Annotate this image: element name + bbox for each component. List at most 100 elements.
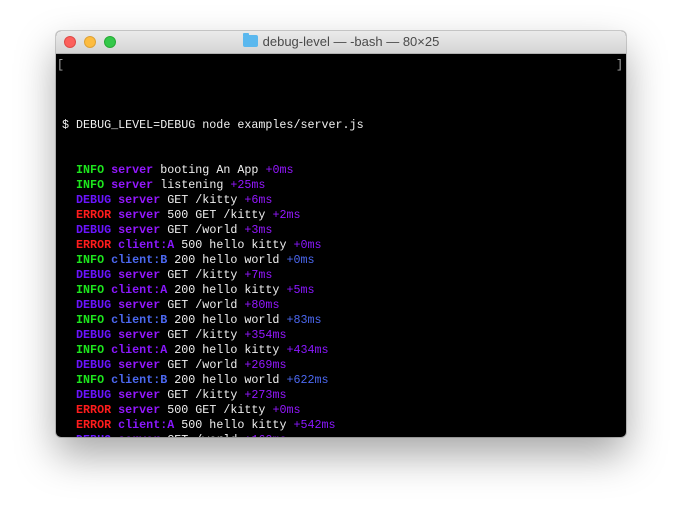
log-time: +80ms	[244, 298, 280, 312]
log-message: 500 GET /kitty	[167, 208, 266, 222]
log-level: INFO	[76, 163, 105, 177]
title-bar[interactable]: debug-level — -bash — 80×25	[56, 31, 626, 54]
log-level: INFO	[76, 343, 105, 357]
log-level: DEBUG	[76, 193, 112, 207]
log-namespace: server	[118, 388, 161, 402]
folder-icon	[242, 33, 258, 47]
log-level: INFO	[76, 283, 105, 297]
log-time: +622ms	[286, 373, 329, 387]
log-time: +0ms	[272, 403, 301, 417]
log-namespace: server	[118, 223, 161, 237]
log-line: ERROR server 500 GET /kitty +2ms	[62, 208, 626, 223]
log-namespace: client:A	[118, 418, 175, 432]
log-line: DEBUG server GET /world +3ms	[62, 223, 626, 238]
log-line: ERROR server 500 GET /kitty +0ms	[62, 403, 626, 418]
log-time: +0ms	[286, 253, 315, 267]
log-line: INFO server booting An App +0ms	[62, 163, 626, 178]
log-message: GET /world	[167, 223, 238, 237]
log-namespace: client:A	[118, 238, 175, 252]
log-level: DEBUG	[76, 358, 112, 372]
log-line: DEBUG server GET /kitty +6ms	[62, 193, 626, 208]
log-level: DEBUG	[76, 388, 112, 402]
log-message: GET /world	[167, 433, 237, 437]
log-level: DEBUG	[76, 328, 112, 342]
log-time: +5ms	[286, 283, 315, 297]
log-message: GET /world	[167, 358, 238, 372]
log-line: ERROR client:A 500 hello kitty +0ms	[62, 238, 626, 253]
log-namespace: client:A	[111, 283, 168, 297]
log-namespace: server	[118, 193, 161, 207]
log-level: INFO	[76, 253, 105, 267]
log-line: DEBUG server GET /kitty +354ms	[62, 328, 626, 343]
log-level: ERROR	[76, 418, 112, 432]
log-message: listening	[160, 178, 224, 192]
log-namespace: client:A	[111, 343, 168, 357]
log-namespace: server	[118, 433, 160, 437]
log-line: DEBUG server GET /world +269ms	[62, 358, 626, 373]
log-namespace: server	[118, 268, 161, 282]
log-line: INFO client:B 200 hello world +83ms	[62, 313, 626, 328]
log-time: +354ms	[244, 328, 287, 342]
log-line: DEBUG server GET /kitty +273ms	[62, 388, 626, 403]
log-level: DEBUG	[76, 223, 112, 237]
log-namespace: client:B	[111, 253, 168, 267]
log-namespace: client:B	[111, 373, 168, 387]
window-title: debug-level — -bash — 80×25	[262, 34, 440, 49]
log-message: GET /kitty	[167, 328, 238, 342]
mark-bracket-left: [	[57, 58, 65, 72]
log-message: 200 hello kitty	[174, 343, 280, 357]
log-level: ERROR	[76, 403, 112, 417]
log-time: +0ms	[293, 238, 322, 252]
terminal-output[interactable]: [ ] $ DEBUG_LEVEL=DEBUG node examples/se…	[56, 54, 626, 437]
log-time: +2ms	[272, 208, 301, 222]
log-time: +542ms	[293, 418, 336, 432]
log-message: 200 hello world	[174, 373, 280, 387]
log-namespace: server	[118, 328, 161, 342]
log-level: INFO	[76, 373, 105, 387]
log-level: DEBUG	[76, 268, 112, 282]
log-time: +273ms	[244, 388, 287, 402]
log-line: INFO client:B 200 hello world +0ms	[62, 253, 626, 268]
log-level: ERROR	[76, 238, 112, 252]
log-message: 500 hello kitty	[181, 238, 287, 252]
log-level: DEBUG	[76, 298, 112, 312]
log-time: +434ms	[286, 343, 329, 357]
terminal-window: debug-level — -bash — 80×25 [ ] $ DEBUG_…	[56, 31, 626, 437]
log-message: GET /kitty	[167, 388, 238, 402]
log-line: INFO client:B 200 hello world +622ms	[62, 373, 626, 388]
log-message: 200 hello kitty	[174, 283, 280, 297]
log-namespace: server	[111, 163, 154, 177]
log-line: ERROR client:A 500 hello kitty +542ms	[62, 418, 626, 433]
log-time: +3ms	[244, 223, 273, 237]
log-level: ERROR	[76, 208, 112, 222]
log-line: DEBUG server GET /kitty +7ms	[62, 268, 626, 283]
log-message: 500 hello kitty	[181, 418, 287, 432]
log-message: GET /kitty	[167, 193, 238, 207]
log-message: 500 GET /kitty	[167, 403, 266, 417]
log-time: +83ms	[286, 313, 322, 327]
log-namespace: server	[118, 358, 161, 372]
log-level: INFO	[76, 178, 105, 192]
log-message: 200 hello world	[174, 313, 280, 327]
log-time: +6ms	[244, 193, 273, 207]
log-message: 200 hello world	[174, 253, 280, 267]
log-line: DEBUG server GET /world +160ms	[62, 433, 626, 437]
log-message: GET /kitty	[167, 268, 238, 282]
log-line: INFO server listening +25ms	[62, 178, 626, 193]
log-namespace: server	[118, 403, 161, 417]
log-time: +160ms	[244, 433, 286, 437]
log-line: DEBUG server GET /world +80ms	[62, 298, 626, 313]
log-message: booting An App	[160, 163, 259, 177]
log-namespace: server	[118, 208, 161, 222]
prompt-line: $ DEBUG_LEVEL=DEBUG node examples/server…	[62, 118, 364, 132]
log-level: DEBUG	[76, 433, 111, 437]
log-namespace: server	[118, 298, 161, 312]
mark-bracket-right: ]	[615, 58, 623, 72]
log-namespace: client:B	[111, 313, 168, 327]
log-time: +0ms	[265, 163, 294, 177]
log-time: +25ms	[230, 178, 266, 192]
log-line: INFO client:A 200 hello kitty +434ms	[62, 343, 626, 358]
log-namespace: server	[111, 178, 154, 192]
log-message: GET /world	[167, 298, 238, 312]
log-time: +269ms	[244, 358, 287, 372]
